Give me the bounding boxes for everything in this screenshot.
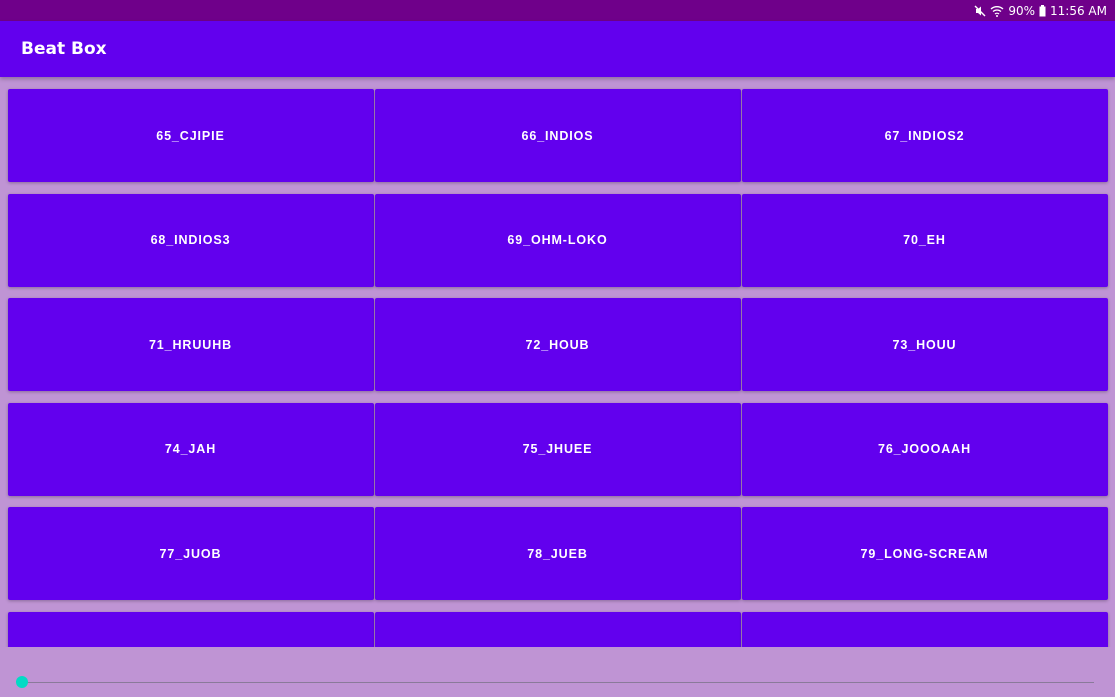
app-title: Beat Box <box>21 39 107 59</box>
sound-grid: 65_CJIPIE 66_INDIOS 67_INDIOS2 68_INDIOS… <box>7 89 1108 647</box>
sound-button[interactable]: 65_CJIPIE <box>7 89 374 182</box>
sound-button[interactable]: 66_INDIOS <box>374 89 741 182</box>
playback-rate-seekbar[interactable] <box>22 682 1094 683</box>
sound-button[interactable]: 70_EH <box>741 193 1108 287</box>
sound-button[interactable]: 71_HRUUHB <box>7 298 374 391</box>
sound-button[interactable]: 74_JAH <box>7 402 374 496</box>
sound-button[interactable] <box>374 611 741 647</box>
sound-button[interactable]: 78_JUEB <box>374 507 741 600</box>
sound-button[interactable]: 77_JUOB <box>7 507 374 600</box>
sound-button[interactable]: 67_INDIOS2 <box>741 89 1108 182</box>
playback-rate-panel <box>0 647 1115 697</box>
sound-button[interactable]: 73_HOUU <box>741 298 1108 391</box>
seekbar-thumb[interactable] <box>16 676 28 688</box>
sound-button[interactable]: 69_OHM-LOKO <box>374 193 741 287</box>
sound-button[interactable]: 75_JHUEE <box>374 402 741 496</box>
sound-grid-scroll[interactable]: 65_CJIPIE 66_INDIOS 67_INDIOS2 68_INDIOS… <box>0 77 1115 647</box>
clock: 11:56 AM <box>1050 3 1107 18</box>
sound-button[interactable] <box>7 611 374 647</box>
status-bar: 90% 11:56 AM <box>0 0 1115 21</box>
sound-button[interactable]: 68_INDIOS3 <box>7 193 374 287</box>
mute-icon <box>974 5 986 17</box>
app-bar: Beat Box <box>0 21 1115 77</box>
sound-button[interactable] <box>741 611 1108 647</box>
battery-percent: 90% <box>1008 3 1036 18</box>
sound-button[interactable]: 72_HOUB <box>374 298 741 391</box>
sound-button[interactable]: 79_LONG-SCREAM <box>741 507 1108 600</box>
wifi-icon <box>990 5 1004 17</box>
sound-button[interactable]: 76_JOOOAAH <box>741 402 1108 496</box>
battery-icon <box>1039 4 1046 17</box>
